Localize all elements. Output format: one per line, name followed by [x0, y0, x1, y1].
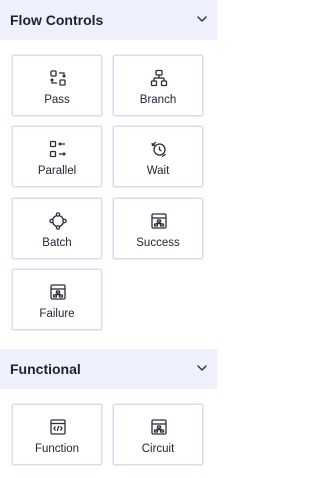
- tile-label: Batch: [42, 237, 72, 249]
- parallel-icon: [49, 140, 66, 158]
- tile-label: Failure: [39, 308, 75, 320]
- tile-label: Circuit: [141, 443, 175, 455]
- tile-label: Branch: [139, 94, 177, 106]
- tile-parallel[interactable]: Parallel: [12, 126, 102, 187]
- tile-label: Wait: [146, 165, 170, 177]
- circuit-icon: [151, 419, 167, 435]
- wait-icon: [151, 141, 167, 158]
- tile-branch[interactable]: Branch: [113, 55, 203, 116]
- tile-label: Success: [136, 237, 180, 249]
- success-icon: [151, 213, 167, 229]
- tile-wait[interactable]: Wait: [113, 126, 203, 187]
- tile-batch[interactable]: Batch: [12, 198, 102, 259]
- function-icon: [50, 419, 66, 435]
- batch-icon: [49, 212, 67, 230]
- section-header-functional[interactable]: Functional: [0, 349, 217, 389]
- branch-icon: [150, 69, 168, 87]
- tile-success[interactable]: Success: [113, 198, 203, 259]
- tile-label: Pass: [44, 94, 70, 106]
- tile-circuit[interactable]: Circuit: [113, 404, 203, 465]
- tile-pass[interactable]: Pass: [12, 55, 102, 116]
- tile-function[interactable]: Function: [12, 404, 102, 465]
- section-header-flow-controls[interactable]: Flow Controls: [0, 0, 217, 40]
- section-title: Flow Controls: [10, 12, 104, 28]
- tile-label: Function: [34, 443, 80, 455]
- chevron-down-icon[interactable]: [196, 13, 208, 25]
- failure-icon: [50, 284, 66, 300]
- pass-icon: [50, 70, 66, 86]
- tile-failure[interactable]: Failure: [12, 269, 102, 330]
- chevron-down-icon[interactable]: [196, 362, 208, 374]
- tile-label: Parallel: [37, 165, 77, 177]
- section-title: Functional: [10, 361, 81, 377]
